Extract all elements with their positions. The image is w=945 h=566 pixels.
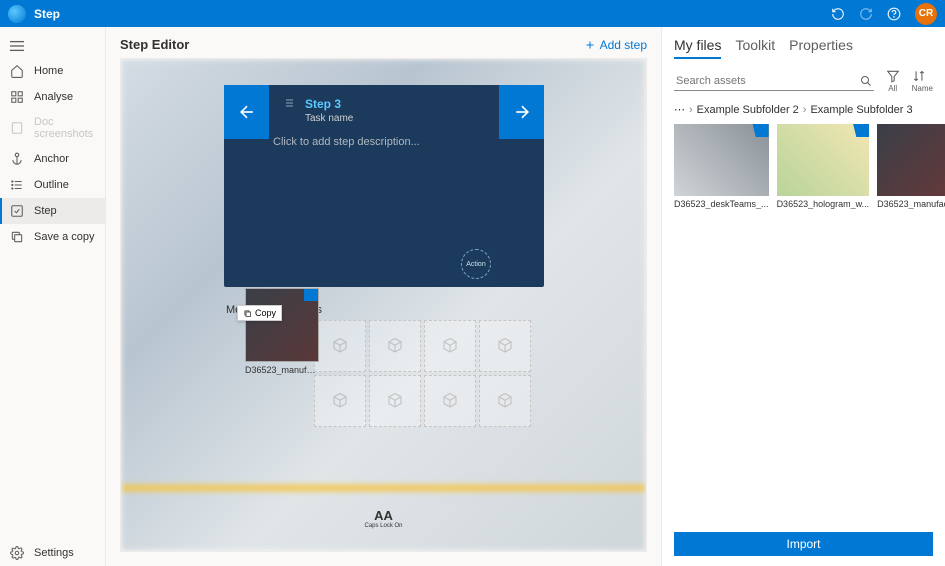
anchor-icon [10, 152, 24, 166]
search-input[interactable] [676, 75, 860, 87]
breadcrumb[interactable]: ⋯ › Example Subfolder 2 › Example Subfol… [674, 103, 933, 116]
filter-icon [886, 69, 900, 83]
sidebar-item-save-copy[interactable]: Save a copy [0, 224, 105, 250]
app-logo [8, 5, 26, 23]
media-slot[interactable] [424, 320, 476, 372]
drag-caption: D36523_manufacturi... [245, 365, 319, 375]
asset-thumbnail [777, 124, 870, 196]
task-name: Task name [305, 113, 353, 124]
next-step-button[interactable] [499, 85, 544, 139]
tab-properties[interactable]: Properties [789, 37, 853, 59]
sidebar-item-label: Settings [34, 547, 74, 559]
sidebar-item-label: Step [34, 205, 57, 217]
sidebar-item-home[interactable]: Home [0, 58, 105, 84]
caps-lock-indicator: AA Caps Lock On [364, 508, 402, 529]
help-icon[interactable] [887, 7, 901, 21]
home-icon [10, 64, 24, 78]
sort-icon [912, 69, 933, 83]
media-slot[interactable] [479, 320, 531, 372]
action-badge[interactable]: Action [461, 249, 491, 279]
asset-thumbnail [674, 124, 769, 196]
prev-step-button[interactable] [224, 85, 269, 139]
copy-icon [10, 230, 24, 244]
step-title[interactable]: Step 3 [305, 97, 353, 111]
sidebar-item-label: Outline [34, 179, 69, 191]
sidebar-item-label: Doc screenshots [34, 116, 95, 140]
analyse-icon [10, 90, 24, 104]
sidebar-item-analyse[interactable]: Analyse [0, 84, 105, 110]
window-title: Step [34, 7, 831, 21]
outline-icon [10, 178, 24, 192]
right-panel: My files Toolkit Properties All Name ⋯ ›… [661, 27, 945, 566]
undo-icon[interactable] [831, 7, 845, 21]
media-slot[interactable] [369, 375, 421, 427]
sidebar-item-anchor[interactable]: Anchor [0, 146, 105, 172]
redo-icon[interactable] [859, 7, 873, 21]
sidebar-item-label: Anchor [34, 153, 69, 165]
step-description[interactable]: Click to add step description... [273, 136, 485, 148]
media-slot[interactable] [479, 375, 531, 427]
search-icon[interactable] [860, 75, 872, 87]
sidebar: Home Analyse Doc screenshots Anchor Outl… [0, 27, 106, 566]
asset-item[interactable]: D36523_manufacturi... [877, 124, 945, 209]
import-button[interactable]: Import [674, 532, 933, 556]
asset-item[interactable]: D36523_hologram_w... [777, 124, 870, 209]
asset-name: D36523_hologram_w... [777, 199, 870, 209]
avatar[interactable]: CR [915, 3, 937, 25]
drag-preview: Copy D36523_manufacturi... [245, 288, 319, 375]
asset-thumbnail [877, 124, 945, 196]
media-slot[interactable] [369, 320, 421, 372]
asset-name: D36523_deskTeams_... [674, 199, 769, 209]
step-icon [10, 204, 24, 218]
drag-thumbnail: Copy [245, 288, 319, 362]
page-title: Step Editor [120, 37, 189, 52]
hamburger-icon[interactable] [0, 34, 105, 58]
sidebar-item-outline[interactable]: Outline [0, 172, 105, 198]
search-box[interactable] [674, 72, 874, 91]
sidebar-item-label: Home [34, 65, 63, 77]
breadcrumb-ellipsis[interactable]: ⋯ [674, 103, 685, 116]
tab-toolkit[interactable]: Toolkit [735, 37, 775, 59]
add-step-button[interactable]: Add step [584, 38, 647, 52]
sidebar-item-step[interactable]: Step [0, 198, 105, 224]
editor-canvas[interactable]: Step 3 Task name Click to add step descr… [120, 58, 647, 552]
tab-my-files[interactable]: My files [674, 37, 721, 59]
sidebar-item-label: Save a copy [34, 231, 95, 243]
asset-name: D36523_manufacturi... [877, 199, 945, 209]
media-slot[interactable] [314, 320, 366, 372]
media-slot[interactable] [424, 375, 476, 427]
doc-icon [10, 121, 24, 135]
breadcrumb-item[interactable]: Example Subfolder 2 [697, 104, 799, 116]
gear-icon [10, 546, 24, 560]
media-slot[interactable] [314, 375, 366, 427]
filter-button[interactable]: All [886, 69, 900, 93]
list-icon [283, 97, 295, 109]
sidebar-item-label: Analyse [34, 91, 73, 103]
asset-item[interactable]: D36523_deskTeams_... [674, 124, 769, 209]
sort-button[interactable]: Name [912, 69, 933, 93]
copy-tooltip: Copy [237, 305, 282, 321]
breadcrumb-item[interactable]: Example Subfolder 3 [810, 104, 912, 116]
titlebar: Step CR [0, 0, 945, 27]
sidebar-item-doc-screenshots: Doc screenshots [0, 110, 105, 146]
step-card: Step 3 Task name Click to add step descr… [224, 85, 544, 287]
sidebar-item-settings[interactable]: Settings [0, 540, 105, 566]
